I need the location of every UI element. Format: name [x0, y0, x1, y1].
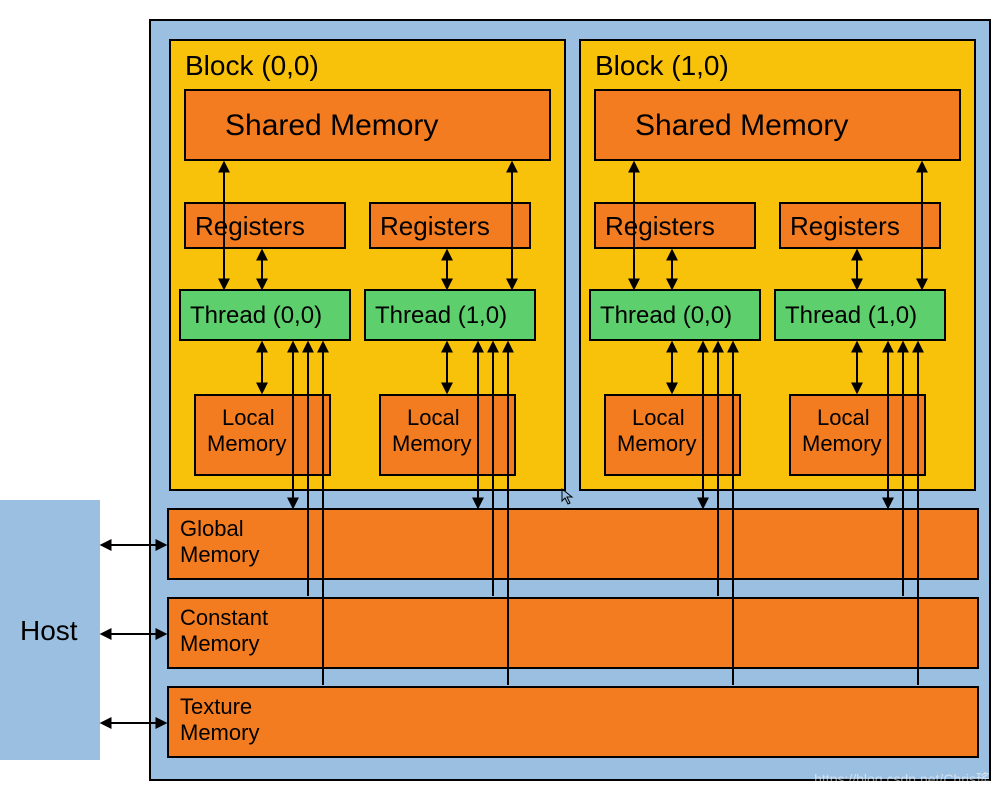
block-0-title: Block (0,0)	[185, 50, 319, 81]
block-0-shared-label: Shared Memory	[225, 109, 438, 142]
texture-memory	[168, 687, 978, 757]
texture-memory-label: TextureMemory	[180, 694, 259, 745]
block-1-reg-0-label: Registers	[605, 211, 715, 241]
block-1-thread-1-label: Thread (1,0)	[785, 302, 917, 329]
block-0-thread-0-label: Thread (0,0)	[190, 302, 322, 329]
constant-memory-label: ConstantMemory	[180, 605, 268, 656]
block-1-reg-1-label: Registers	[790, 211, 900, 241]
block-1-thread-0-label: Thread (0,0)	[600, 302, 732, 329]
block-0-reg-0-label: Registers	[195, 211, 305, 241]
block-0-reg-1-label: Registers	[380, 211, 490, 241]
global-memory	[168, 509, 978, 579]
block-0: Block (0,0) Shared Memory Registers Thre…	[170, 40, 565, 490]
constant-memory	[168, 598, 978, 668]
block-1: Block (1,0) Shared Memory Registers Thre…	[580, 40, 975, 490]
block-1-shared-label: Shared Memory	[635, 109, 848, 142]
host-label: Host	[20, 615, 78, 646]
block-1-title: Block (1,0)	[595, 50, 729, 81]
watermark: https://blog.csdn.net/Chris瑤	[814, 771, 990, 787]
block-0-thread-1-label: Thread (1,0)	[375, 302, 507, 329]
